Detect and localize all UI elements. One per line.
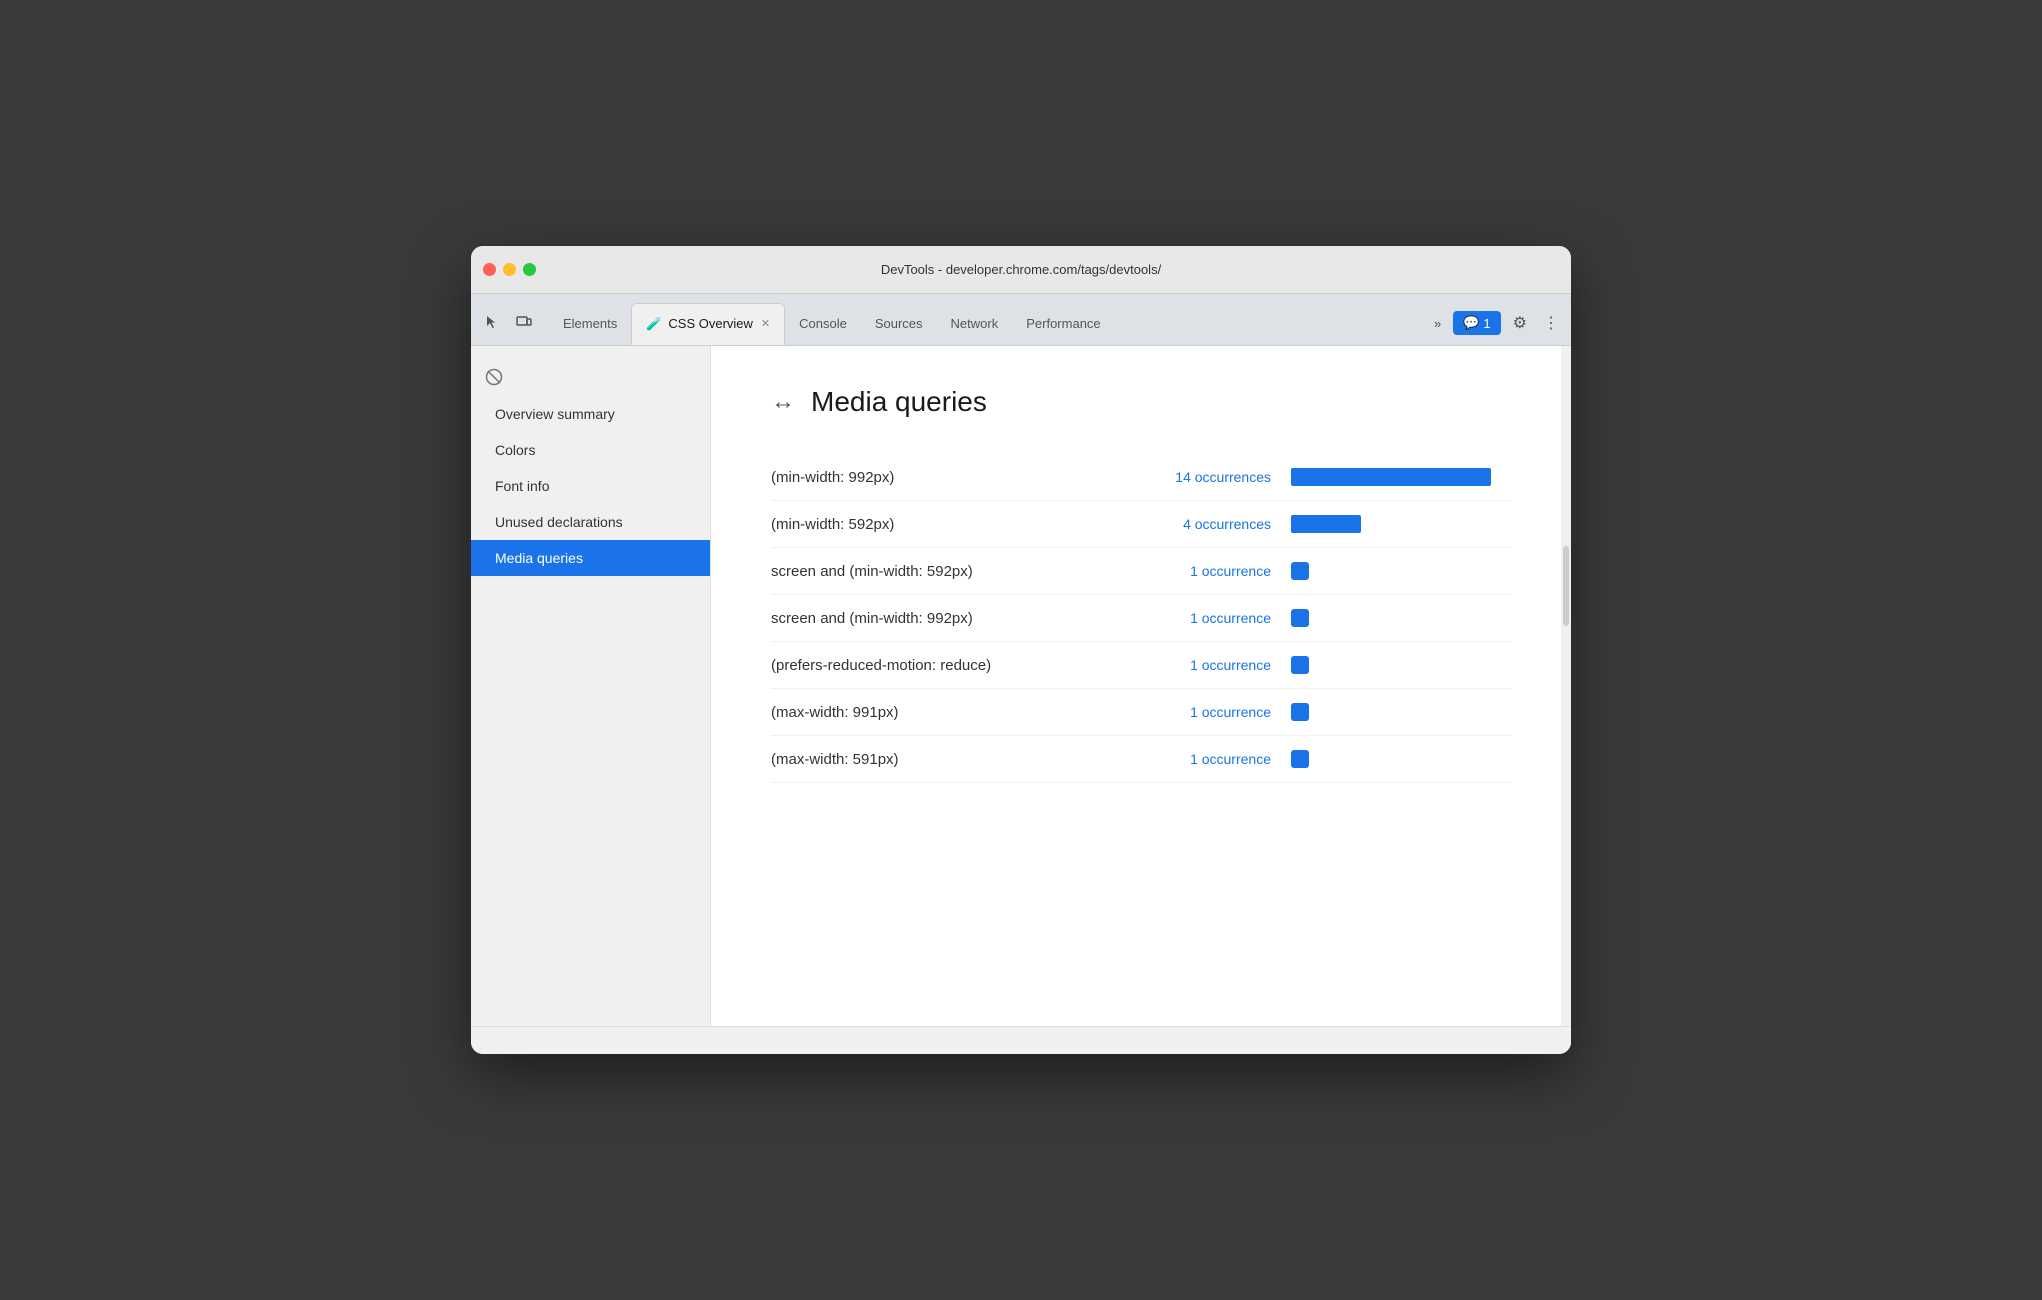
maximize-button[interactable] xyxy=(523,263,536,276)
mq-bar-container-6 xyxy=(1291,750,1511,768)
mq-row-0: (min-width: 992px) 14 occurrences xyxy=(771,454,1511,501)
mq-occurrence-1[interactable]: 4 occurrences xyxy=(1111,516,1271,532)
page-title: Media queries xyxy=(811,386,987,418)
tab-sources[interactable]: Sources xyxy=(861,303,937,345)
close-button[interactable] xyxy=(483,263,496,276)
tab-sources-label: Sources xyxy=(875,316,923,331)
more-options-icon[interactable]: ⋮ xyxy=(1539,311,1563,335)
mq-bar-6 xyxy=(1291,750,1309,768)
mq-label-0: (min-width: 992px) xyxy=(771,469,1111,486)
sidebar: Overview summary Colors Font info Unused… xyxy=(471,346,711,1026)
mq-label-1: (min-width: 592px) xyxy=(771,516,1111,533)
sidebar-item-unused-declarations-label: Unused declarations xyxy=(495,514,623,530)
mq-bar-1 xyxy=(1291,515,1361,533)
mq-bar-3 xyxy=(1291,609,1309,627)
tab-css-overview-icon: 🧪 xyxy=(646,316,662,332)
tab-css-overview-close[interactable]: ✕ xyxy=(761,317,770,330)
feedback-count: 1 xyxy=(1483,316,1490,331)
mq-label-6: (max-width: 591px) xyxy=(771,751,1111,768)
tab-network-label: Network xyxy=(951,316,999,331)
tab-console-label: Console xyxy=(799,316,847,331)
mq-row-6: (max-width: 591px) 1 occurrence xyxy=(771,736,1511,783)
device-toggle-icon[interactable] xyxy=(511,309,537,335)
sidebar-item-overview-summary-label: Overview summary xyxy=(495,406,615,422)
sidebar-item-colors[interactable]: Colors xyxy=(471,432,710,468)
mq-occurrence-5[interactable]: 1 occurrence xyxy=(1111,704,1271,720)
statusbar xyxy=(471,1026,1571,1054)
page-header: ↔ Media queries xyxy=(771,386,1511,418)
mq-row-3: screen and (min-width: 992px) 1 occurren… xyxy=(771,595,1511,642)
feedback-icon: 💬 xyxy=(1463,315,1479,331)
mq-row-2: screen and (min-width: 592px) 1 occurren… xyxy=(771,548,1511,595)
sidebar-item-unused-declarations[interactable]: Unused declarations xyxy=(471,504,710,540)
traffic-lights xyxy=(483,263,536,276)
mq-occurrence-0[interactable]: 14 occurrences xyxy=(1111,469,1271,485)
tab-elements[interactable]: Elements xyxy=(549,303,631,345)
sidebar-item-font-info[interactable]: Font info xyxy=(471,468,710,504)
tab-console[interactable]: Console xyxy=(785,303,861,345)
window-title: DevTools - developer.chrome.com/tags/dev… xyxy=(881,262,1161,277)
scrollbar-thumb[interactable] xyxy=(1563,546,1569,626)
sidebar-item-media-queries[interactable]: Media queries xyxy=(471,540,710,576)
mq-bar-container-0 xyxy=(1291,468,1511,486)
mq-occurrence-6[interactable]: 1 occurrence xyxy=(1111,751,1271,767)
mq-row-1: (min-width: 592px) 4 occurrences xyxy=(771,501,1511,548)
tab-elements-label: Elements xyxy=(563,316,617,331)
mq-label-5: (max-width: 991px) xyxy=(771,704,1111,721)
mq-bar-2 xyxy=(1291,562,1309,580)
tab-css-overview[interactable]: 🧪 CSS Overview ✕ xyxy=(631,303,785,345)
main-area: Overview summary Colors Font info Unused… xyxy=(471,346,1571,1026)
cursor-icon[interactable] xyxy=(479,309,505,335)
scrollbar[interactable] xyxy=(1561,346,1571,1026)
tab-network[interactable]: Network xyxy=(937,303,1013,345)
mq-bar-container-1 xyxy=(1291,515,1511,533)
mq-bar-container-5 xyxy=(1291,703,1511,721)
mq-label-2: screen and (min-width: 592px) xyxy=(771,563,1111,580)
mq-label-4: (prefers-reduced-motion: reduce) xyxy=(771,657,1111,674)
feedback-button[interactable]: 💬 1 xyxy=(1453,311,1500,335)
mq-row-4: (prefers-reduced-motion: reduce) 1 occur… xyxy=(771,642,1511,689)
mq-bar-container-4 xyxy=(1291,656,1511,674)
mq-occurrence-2[interactable]: 1 occurrence xyxy=(1111,563,1271,579)
mq-label-3: screen and (min-width: 992px) xyxy=(771,610,1111,627)
tabbar: Elements 🧪 CSS Overview ✕ Console Source… xyxy=(471,294,1571,346)
tab-performance[interactable]: Performance xyxy=(1012,303,1114,345)
mq-occurrence-3[interactable]: 1 occurrence xyxy=(1111,610,1271,626)
sidebar-item-media-queries-label: Media queries xyxy=(495,550,583,566)
sidebar-item-colors-label: Colors xyxy=(495,442,535,458)
media-queries-icon: ↔ xyxy=(771,388,795,416)
toolbar-left xyxy=(479,309,549,345)
sidebar-no-icon xyxy=(471,358,710,396)
mq-bar-0 xyxy=(1291,468,1491,486)
mq-bar-container-3 xyxy=(1291,609,1511,627)
tabbar-right: » 💬 1 ⚙ ⋮ xyxy=(1430,311,1563,345)
mq-bar-container-2 xyxy=(1291,562,1511,580)
mq-occurrence-4[interactable]: 1 occurrence xyxy=(1111,657,1271,673)
content-area: ↔ Media queries (min-width: 992px) 14 oc… xyxy=(711,346,1571,1026)
more-tabs-button[interactable]: » xyxy=(1430,314,1445,333)
devtools-window: DevTools - developer.chrome.com/tags/dev… xyxy=(471,246,1571,1054)
sidebar-item-overview-summary[interactable]: Overview summary xyxy=(471,396,710,432)
minimize-button[interactable] xyxy=(503,263,516,276)
titlebar: DevTools - developer.chrome.com/tags/dev… xyxy=(471,246,1571,294)
settings-icon[interactable]: ⚙ xyxy=(1509,311,1531,335)
tab-css-overview-label: CSS Overview xyxy=(668,316,753,331)
mq-row-5: (max-width: 991px) 1 occurrence xyxy=(771,689,1511,736)
sidebar-item-font-info-label: Font info xyxy=(495,478,549,494)
mq-bar-5 xyxy=(1291,703,1309,721)
mq-bar-4 xyxy=(1291,656,1309,674)
tab-performance-label: Performance xyxy=(1026,316,1100,331)
